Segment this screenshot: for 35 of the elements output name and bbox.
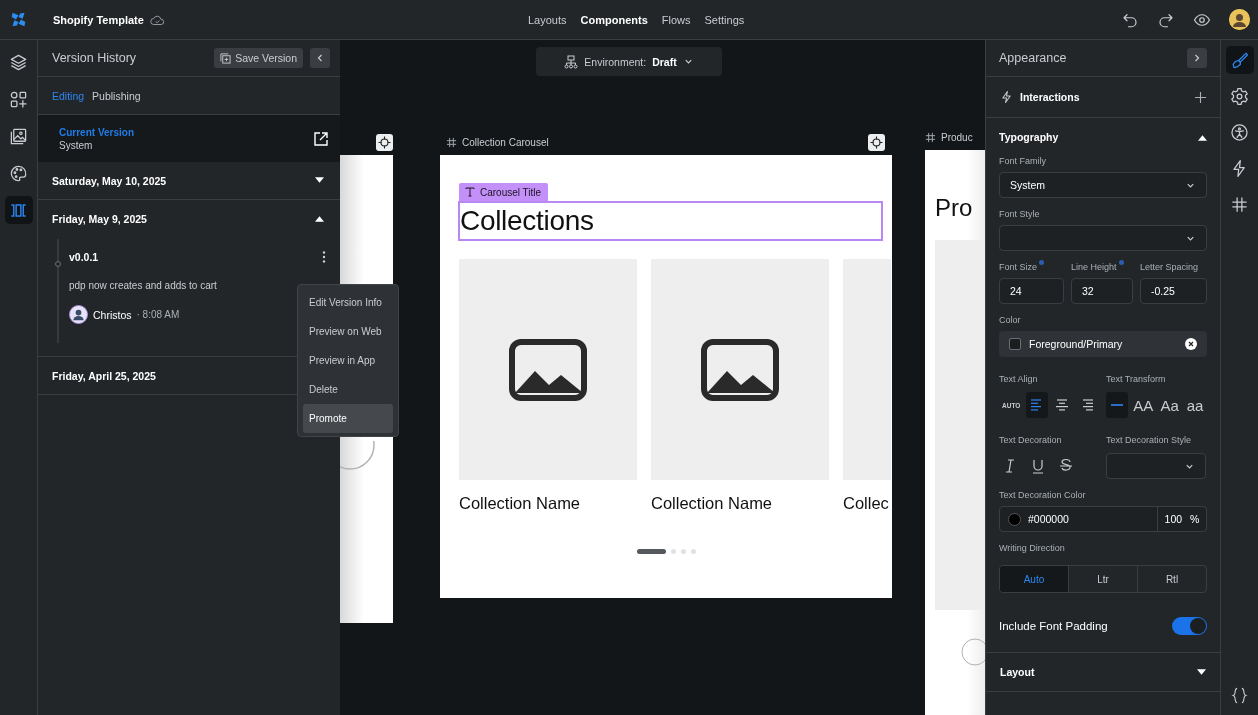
project-title: Shopify Template (53, 13, 144, 26)
section-title: Typography (999, 131, 1059, 143)
field-label: Text Decoration Style (1106, 435, 1192, 445)
date-group-title: Saturday, May 10, 2025 (52, 174, 167, 187)
collection-name: Collection Name (651, 494, 774, 513)
section-title: Interactions (1020, 91, 1080, 103)
field-label: Text Transform (1106, 374, 1166, 384)
author-name: Christos (93, 308, 132, 321)
field-label: Writing Direction (999, 543, 1066, 553)
date-group-title: Friday, May 9, 2025 (52, 212, 147, 225)
version-time: · 8:08 AM (136, 309, 180, 320)
section-title: Layout (1000, 666, 1035, 678)
selection-tag: Carousel Title (459, 183, 549, 201)
setting-label: Include Font Padding (999, 620, 1108, 632)
collection-name: Collec (843, 494, 890, 513)
field-label: Color (999, 315, 1022, 325)
current-version-label: Current Version (59, 126, 135, 138)
field-label: Text Decoration (999, 435, 1062, 445)
frame-label: Produc (941, 132, 973, 143)
field-label: Letter Spacing (1140, 262, 1199, 272)
field-label: Line Height (1071, 262, 1117, 272)
field-label: Font Style (999, 209, 1041, 219)
collection-name: Collection Name (459, 494, 582, 513)
version-description: pdp now creates and adds to cart (69, 280, 218, 291)
frame-label: Collection Carousel (462, 137, 549, 148)
frame-heading: Pro (935, 194, 974, 222)
version-name: v0.0.1 (69, 251, 99, 263)
field-label: Font Size (999, 262, 1038, 272)
version-author: System (59, 139, 94, 151)
field-label: Text Decoration Color (999, 490, 1087, 500)
field-label: Font Family (999, 156, 1047, 166)
date-group-title: Friday, April 25, 2025 (52, 369, 156, 382)
field-label: Text Align (999, 374, 1038, 384)
panel-title: Appearance (999, 51, 1067, 65)
panel-title: Version History (52, 51, 137, 65)
